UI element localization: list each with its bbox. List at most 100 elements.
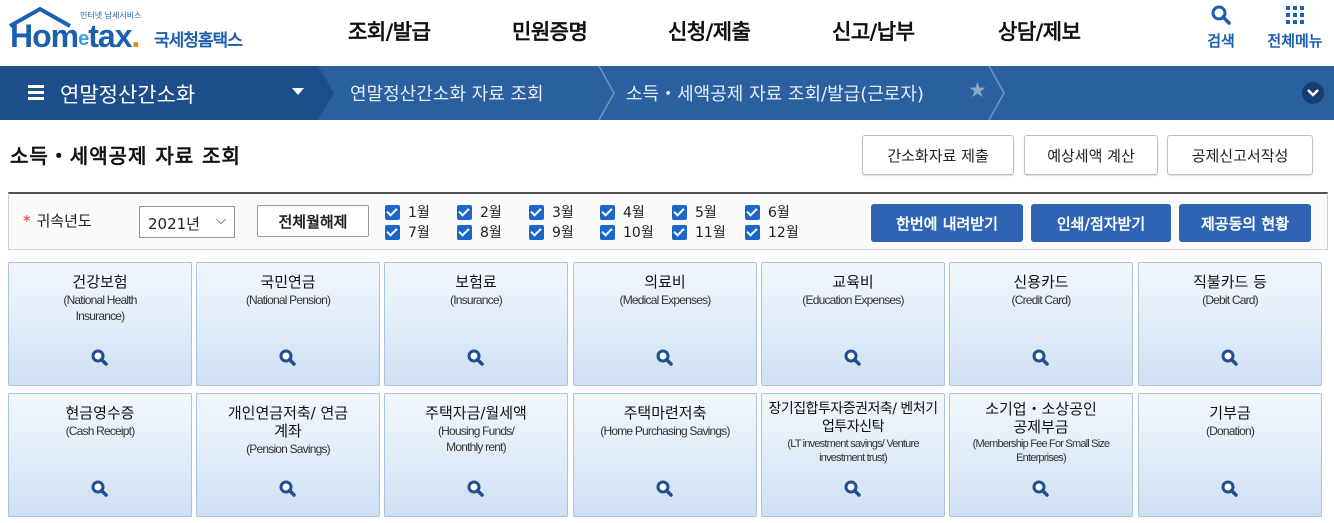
gnb-inquiry-issue[interactable]: 조회/발급 (348, 16, 431, 48)
card-health-insurance[interactable]: 건강보험 (National Health Insurance) (8, 262, 192, 386)
magnifier-icon (279, 480, 296, 497)
breadcrumb-separator-icon (598, 66, 615, 120)
card-credit-card[interactable]: 신용카드 (Credit Card) (949, 262, 1133, 386)
card-subtitle: (National Pension) (245, 293, 331, 307)
gnb-civil-certificate[interactable]: 민원증명 (512, 16, 588, 48)
checkbox-checked-icon[interactable] (672, 205, 687, 220)
year-select[interactable]: 2021년 ⌵ (139, 206, 235, 238)
month-checkbox[interactable]: 6월 (745, 202, 790, 221)
card-title: 장기집합투자증권저축/ 벤처기업투자신탁 (768, 401, 938, 435)
consent-status-button[interactable]: 제공동의 현황 (1179, 204, 1311, 242)
card-medical-expenses[interactable]: 의료비 (Medical Expenses) (573, 262, 757, 386)
card-title: 개인연금저축/ 연금계좌 (227, 404, 349, 440)
month-checkbox[interactable]: 4월 (600, 202, 645, 221)
card-title: 주택자금/월세액 (425, 404, 527, 422)
print-braille-button[interactable]: 인쇄/점자받기 (1031, 204, 1171, 242)
card-subtitle: (Education Expenses) (802, 293, 904, 307)
all-menu-button[interactable]: 전체메뉴 (1260, 4, 1330, 51)
card-subtitle: (Insurance) (450, 293, 503, 307)
magnifier-icon (1221, 480, 1238, 497)
card-subtitle: (Debit Card) (1202, 293, 1259, 307)
checkbox-checked-icon[interactable] (385, 205, 400, 220)
magnifier-icon (467, 480, 484, 497)
gnb-apply-submit[interactable]: 신청/제출 (668, 16, 751, 48)
grid-menu-icon (1286, 6, 1304, 24)
month-checkbox[interactable]: 12월 (745, 222, 799, 241)
magnifier-icon (1032, 480, 1049, 497)
checkbox-checked-icon[interactable] (457, 225, 472, 240)
magnifier-icon (844, 349, 861, 366)
card-title: 소기업・소상공인 공제부금 (985, 400, 1097, 436)
checkbox-checked-icon[interactable] (529, 205, 544, 220)
favorite-star-icon[interactable]: ★ (968, 78, 987, 102)
card-lt-investment-savings[interactable]: 장기집합투자증권저축/ 벤처기업투자신탁 (LT investment savi… (761, 393, 945, 517)
expand-toggle-button[interactable] (1302, 82, 1324, 104)
month-checkbox[interactable]: 10월 (600, 222, 654, 241)
card-donation[interactable]: 기부금 (Donation) (1138, 393, 1322, 517)
checkbox-checked-icon[interactable] (672, 225, 687, 240)
card-subtitle: (Cash Receipt) (65, 424, 136, 438)
card-pension-savings[interactable]: 개인연금저축/ 연금계좌 (Pension Savings) (196, 393, 380, 517)
magnifier-icon (656, 349, 673, 366)
month-checkbox[interactable]: 8월 (457, 222, 502, 241)
breadcrumb-item[interactable]: 연말정산간소화 자료 조회 (350, 80, 544, 106)
card-national-pension[interactable]: 국민연금 (National Pension) (196, 262, 380, 386)
card-subtitle: (Membership Fee For Small Size Enterpris… (972, 438, 1111, 464)
nav-current-label: 연말정산간소화 (60, 83, 196, 107)
hometax-logo[interactable]: 인터넷 납세서비스 Hometax. 국세청홈택스 (8, 4, 268, 60)
submit-simplified-data-button[interactable]: 간소화자료 제출 (862, 135, 1014, 175)
card-title: 신용카드 (1013, 273, 1069, 291)
card-title: 기부금 (1209, 404, 1251, 422)
hamburger-icon (28, 85, 44, 103)
card-title: 교육비 (832, 273, 874, 291)
year-label: * 귀속년도 (23, 212, 92, 230)
month-checkbox[interactable]: 3월 (529, 202, 574, 221)
month-checkbox[interactable]: 9월 (529, 222, 574, 241)
breadcrumb-item[interactable]: 소득・세액공제 자료 조회/발급(근로자) (626, 80, 924, 106)
logo-brand: Hometax. (10, 18, 140, 54)
month-checkbox[interactable]: 1월 (385, 202, 430, 221)
download-all-button[interactable]: 한번에 내려받기 (871, 204, 1023, 242)
search-label: 검색 (1207, 32, 1235, 50)
month-checkbox[interactable]: 11월 (672, 222, 726, 241)
estimate-tax-button[interactable]: 예상세액 계산 (1024, 135, 1158, 175)
checkbox-checked-icon[interactable] (745, 205, 760, 220)
card-small-business-fee[interactable]: 소기업・소상공인 공제부금 (Membership Fee For Small … (949, 393, 1133, 517)
gnb-consult-tip[interactable]: 상담/제보 (998, 16, 1081, 48)
card-subtitle: (Pension Savings) (246, 442, 331, 456)
nav-current-menu[interactable]: 연말정산간소화 (0, 66, 318, 120)
card-housing-funds[interactable]: 주택자금/월세액 (Housing Funds/ Monthly rent) (384, 393, 568, 517)
checkbox-checked-icon[interactable] (745, 225, 760, 240)
chevron-down-icon (1307, 89, 1319, 97)
card-home-purchasing-savings[interactable]: 주택마련저축 (Home Purchasing Savings) (573, 393, 757, 517)
magnifier-icon (91, 349, 108, 366)
card-insurance[interactable]: 보험료 (Insurance) (384, 262, 568, 386)
checkbox-checked-icon[interactable] (457, 205, 472, 220)
month-checkbox[interactable]: 5월 (672, 202, 717, 221)
card-subtitle: (Housing Funds/ Monthly rent) (437, 424, 515, 454)
checkbox-checked-icon[interactable] (529, 225, 544, 240)
search-button[interactable]: 검색 (1186, 4, 1256, 51)
gnb-report-pay[interactable]: 신고/납부 (832, 16, 915, 48)
card-subtitle: (Medical Expenses) (619, 293, 712, 307)
card-subtitle: (LT investment savings/ Venture investme… (787, 438, 919, 464)
card-subtitle: (Home Purchasing Savings) (600, 424, 730, 438)
checkbox-checked-icon[interactable] (600, 205, 615, 220)
top-header: 인터넷 납세서비스 Hometax. 국세청홈택스 조회/발급 민원증명 신청/… (0, 0, 1334, 64)
card-cash-receipt[interactable]: 현금영수증 (Cash Receipt) (8, 393, 192, 517)
checkbox-checked-icon[interactable] (600, 225, 615, 240)
card-subtitle: (Donation) (1205, 424, 1255, 438)
month-checkbox[interactable]: 7월 (385, 222, 430, 241)
month-checkbox[interactable]: 2월 (457, 202, 502, 221)
chevron-down-icon: ⌵ (216, 213, 226, 228)
card-debit-card[interactable]: 직불카드 등 (Debit Card) (1138, 262, 1322, 386)
checkbox-checked-icon[interactable] (385, 225, 400, 240)
clear-all-months-button[interactable]: 전체월해제 (257, 205, 369, 237)
breadcrumb-separator-icon (988, 66, 1005, 120)
caret-down-icon (292, 88, 304, 95)
magnifier-icon (844, 480, 861, 497)
magnifier-icon (656, 480, 673, 497)
card-title: 건강보험 (72, 273, 128, 291)
deduction-form-button[interactable]: 공제신고서작성 (1167, 135, 1313, 175)
card-education-expenses[interactable]: 교육비 (Education Expenses) (761, 262, 945, 386)
